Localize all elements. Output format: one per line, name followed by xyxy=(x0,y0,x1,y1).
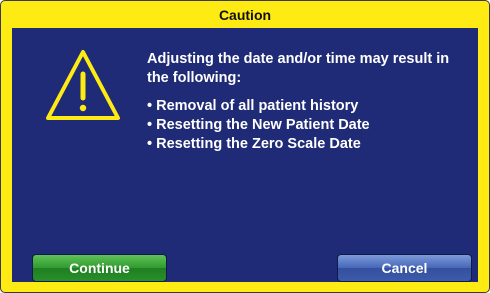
caution-dialog: Caution Adjusting the date and/or time m… xyxy=(0,0,490,293)
consequence-item: Removal of all patient history xyxy=(147,97,472,116)
dialog-message: Adjusting the date and/or time may resul… xyxy=(147,50,472,154)
consequence-list: Removal of all patient history Resetting… xyxy=(147,97,472,154)
warning-icon xyxy=(46,50,120,120)
consequence-item: Resetting the Zero Scale Date xyxy=(147,135,472,154)
dialog-title: Caution xyxy=(218,6,272,23)
dialog-content: Adjusting the date and/or time may resul… xyxy=(12,28,478,282)
cancel-button[interactable]: Cancel xyxy=(337,254,472,282)
consequence-item: Resetting the New Patient Date xyxy=(147,116,472,135)
message-intro: Adjusting the date and/or time may resul… xyxy=(147,51,450,86)
continue-button[interactable]: Continue xyxy=(32,254,167,282)
